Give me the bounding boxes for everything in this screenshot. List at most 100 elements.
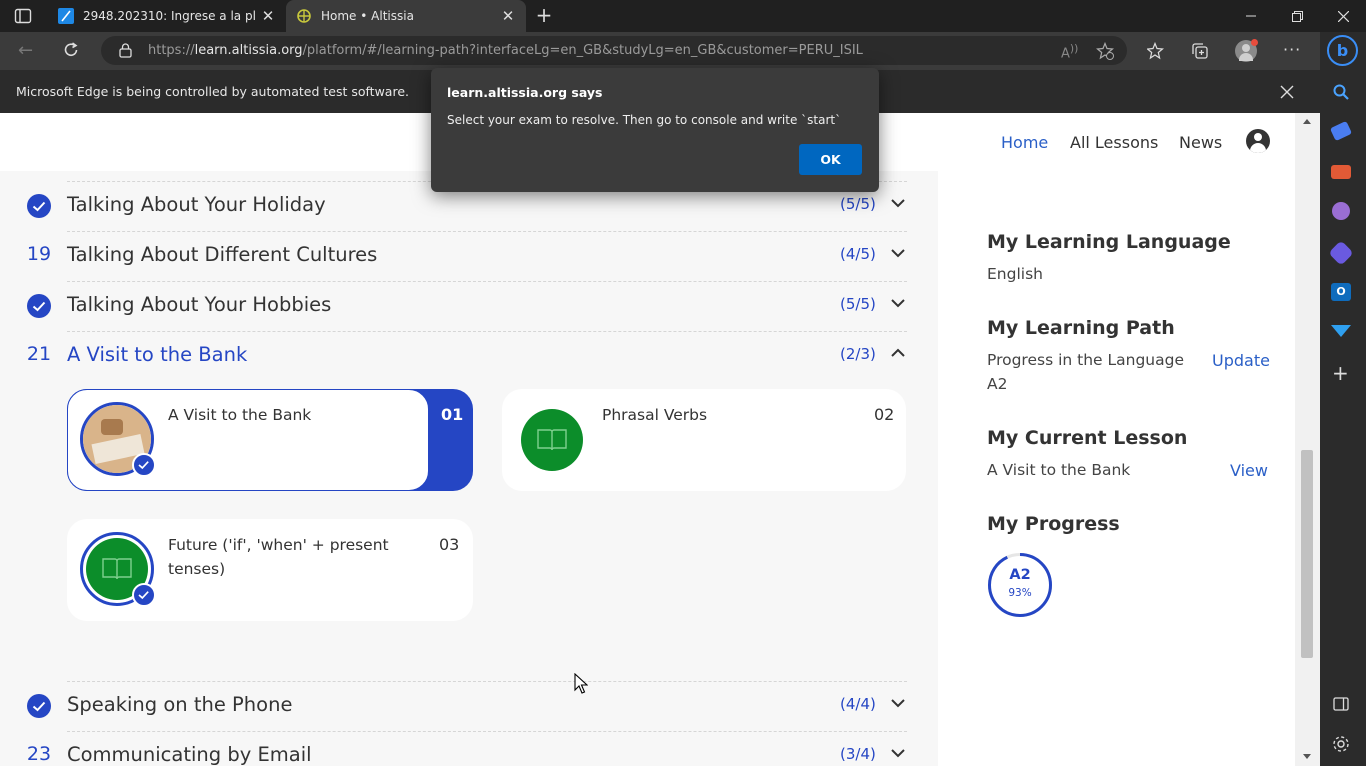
lesson-row[interactable]: Speaking on the Phone (4/4): [0, 681, 938, 731]
altissia-favicon-icon: [297, 9, 311, 23]
lesson-progress: (3/4): [840, 745, 876, 763]
lesson-progress: (5/5): [840, 195, 876, 213]
lesson-progress: (4/4): [840, 695, 876, 713]
nav-news[interactable]: News: [1179, 133, 1222, 152]
alert-dialog: learn.altissia.org says Select your exam…: [431, 68, 879, 192]
hide-sidebar-icon[interactable]: [1333, 696, 1349, 712]
activity-card[interactable]: A Visit to the Bank 01: [67, 389, 473, 491]
browser-title-bar: 2948.202310: Ingrese a la platafo ✕ Home…: [0, 0, 1366, 32]
add-sidebar-item-icon[interactable]: +: [1332, 363, 1349, 383]
chevron-down-icon[interactable]: [890, 698, 906, 708]
tab-close-icon[interactable]: ✕: [496, 7, 520, 25]
dialog-title: learn.altissia.org says: [447, 85, 603, 100]
tools-briefcase-icon[interactable]: [1331, 165, 1351, 179]
back-icon[interactable]: ←: [18, 42, 33, 60]
search-icon[interactable]: [1332, 83, 1350, 101]
scroll-up-icon[interactable]: [1303, 119, 1311, 124]
page-scrollbar[interactable]: [1295, 113, 1320, 766]
tab-title: Home • Altissia: [321, 9, 414, 23]
chevron-down-icon[interactable]: [890, 298, 906, 308]
learning-language-value: English: [987, 265, 1043, 283]
bing-chat-icon[interactable]: b: [1327, 35, 1358, 66]
minimize-icon[interactable]: [1228, 0, 1274, 32]
lesson-number: 21: [26, 343, 52, 365]
lesson-number: 19: [26, 243, 52, 265]
completed-check-icon: [27, 294, 51, 318]
lesson-title: Speaking on the Phone: [67, 693, 293, 716]
activity-title: A Visit to the Bank: [168, 406, 312, 424]
lesson-row[interactable]: 19 Talking About Different Cultures (4/5…: [0, 231, 938, 281]
lesson-progress: (5/5): [840, 295, 876, 313]
chevron-up-icon[interactable]: [890, 348, 906, 358]
add-favorite-icon[interactable]: [1096, 42, 1114, 60]
current-lesson-value: A Visit to the Bank: [987, 461, 1131, 479]
address-bar[interactable]: https://learn.altissia.org/platform/#/le…: [101, 36, 1127, 65]
update-link[interactable]: Update: [1212, 351, 1270, 370]
more-menu-icon[interactable]: ···: [1283, 40, 1301, 59]
nav-all-lessons[interactable]: All Lessons: [1070, 133, 1158, 152]
progress-level: A2: [1009, 567, 1031, 583]
lesson-row-expanded[interactable]: 21 A Visit to the Bank (2/3): [0, 331, 938, 381]
shopping-tag-icon[interactable]: [1329, 120, 1353, 142]
banner-close-icon[interactable]: [1280, 85, 1294, 99]
nav-home[interactable]: Home: [1001, 133, 1048, 152]
completed-check-icon: [132, 453, 156, 477]
address-toolbar: ← https://learn.altissia.org/platform/#/…: [0, 32, 1320, 70]
microsoft365-icon[interactable]: [1328, 240, 1354, 266]
lesson-row[interactable]: 23 Communicating by Email (3/4): [0, 731, 938, 766]
mouse-cursor-icon: [574, 673, 588, 694]
completed-check-icon: [27, 194, 51, 218]
tab-moodle[interactable]: 2948.202310: Ingrese a la platafo ✕: [48, 0, 286, 32]
progress-heading: My Progress: [987, 513, 1120, 535]
lesson-title: Communicating by Email: [67, 743, 312, 766]
scroll-down-icon[interactable]: [1303, 754, 1311, 759]
chevron-down-icon[interactable]: [890, 748, 906, 758]
lock-icon[interactable]: [119, 43, 132, 58]
lesson-number: 23: [26, 743, 52, 765]
lesson-title: A Visit to the Bank: [67, 343, 248, 366]
tab-close-icon[interactable]: ✕: [256, 7, 280, 25]
dialog-message: Select your exam to resolve. Then go to …: [447, 113, 842, 127]
chevron-down-icon[interactable]: [890, 248, 906, 258]
moodle-favicon-icon: [58, 8, 74, 24]
lesson-title: Talking About Your Holiday: [67, 193, 326, 216]
close-window-icon[interactable]: [1320, 0, 1366, 32]
lesson-progress: (4/5): [840, 245, 876, 263]
games-icon[interactable]: [1332, 202, 1350, 220]
favorites-icon[interactable]: [1147, 42, 1165, 60]
collections-icon[interactable]: [1191, 42, 1209, 60]
learning-path-text: Progress in the Language: [987, 351, 1184, 369]
activity-card[interactable]: Future ('if', 'when' + present tenses) 0…: [67, 519, 473, 621]
activity-title: Phrasal Verbs: [602, 406, 708, 424]
profile-avatar[interactable]: [1235, 39, 1258, 62]
drop-icon[interactable]: [1331, 325, 1351, 337]
settings-gear-icon[interactable]: [1332, 735, 1350, 753]
learning-path-pane: Talking About Your Holiday (5/5) 19 Talk…: [0, 113, 938, 766]
lesson-row[interactable]: Talking About Your Hobbies (5/5): [0, 281, 938, 331]
lesson-progress: (2/3): [840, 345, 876, 363]
scrollbar-thumb[interactable]: [1301, 450, 1313, 658]
outlook-icon[interactable]: O: [1331, 283, 1351, 301]
refresh-icon[interactable]: [62, 41, 80, 63]
url-text: https://learn.altissia.org/platform/#/le…: [148, 43, 863, 58]
learning-path-heading: My Learning Path: [987, 317, 1175, 339]
restore-icon[interactable]: [1274, 0, 1320, 32]
tab-altissia[interactable]: Home • Altissia ✕: [286, 0, 526, 32]
activity-number: 02: [874, 405, 895, 424]
activity-title: Future ('if', 'when' + present tenses): [168, 536, 389, 578]
ok-button[interactable]: OK: [799, 144, 862, 175]
chevron-down-icon[interactable]: [890, 198, 906, 208]
new-tab-button[interactable]: +: [534, 5, 554, 25]
tab-actions-icon[interactable]: [14, 8, 32, 24]
view-link[interactable]: View: [1230, 461, 1268, 480]
user-account-icon[interactable]: [1246, 129, 1270, 153]
automation-banner-text: Microsoft Edge is being controlled by au…: [16, 84, 409, 99]
lesson-title: Talking About Different Cultures: [67, 243, 378, 266]
tab-title: 2948.202310: Ingrese a la platafo: [83, 9, 256, 23]
activity-number: 03: [439, 535, 460, 554]
read-aloud-icon[interactable]: A)): [1061, 42, 1078, 61]
completed-check-icon: [27, 694, 51, 718]
book-icon: [521, 409, 583, 471]
learning-path-level: A2: [987, 375, 1008, 393]
activity-card[interactable]: Phrasal Verbs 02: [502, 389, 906, 491]
